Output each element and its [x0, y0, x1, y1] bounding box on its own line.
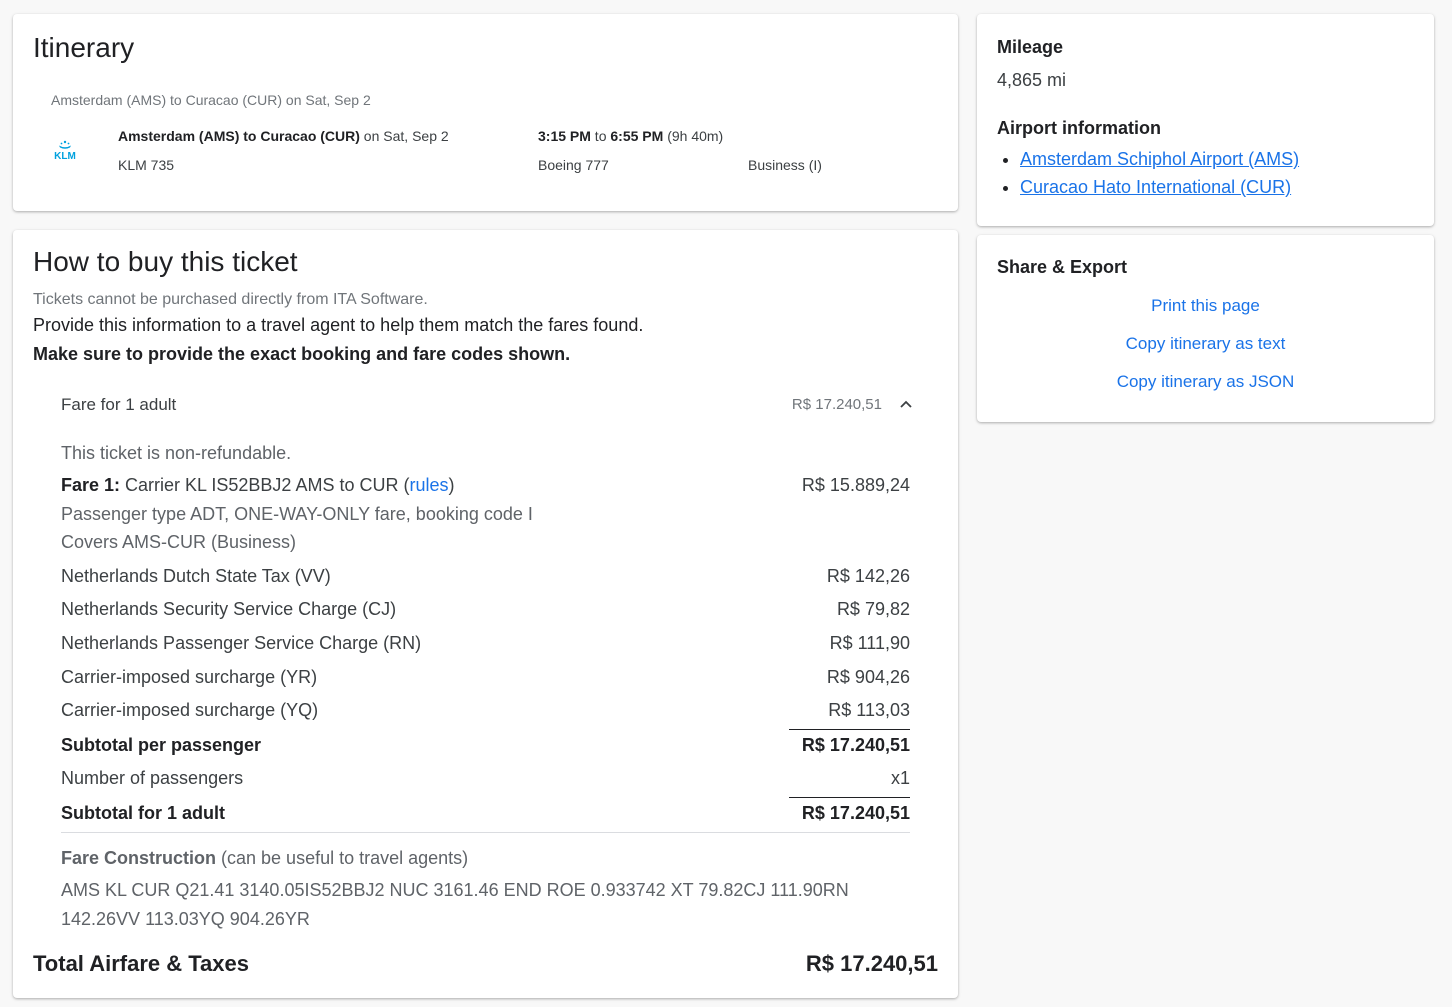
tax-amount: R$ 79,82 — [836, 599, 910, 619]
exact-codes-warning: Make sure to provide the exact booking a… — [33, 344, 571, 364]
passenger-count-value: x1 — [890, 768, 910, 788]
segment-times: 3:15 PM to 6:55 PM (9h 40m) — [538, 128, 723, 144]
klm-logo-text: KLM — [54, 151, 76, 162]
airport-info-title: Airport information — [997, 118, 1161, 138]
segment-route-date: on Sat, Sep 2 — [359, 128, 449, 144]
tax-amount: R$ 113,03 — [828, 700, 910, 720]
airport-link-ams[interactable]: Amsterdam Schiphol Airport (AMS) — [1020, 149, 1299, 169]
non-refundable-notice: This ticket is non-refundable. — [61, 443, 292, 463]
purchase-notice: Tickets cannot be purchased directly fro… — [33, 291, 428, 308]
subtotal-divider — [789, 797, 910, 798]
subtotal-adult-label: Subtotal for 1 adult — [61, 803, 225, 823]
airport-list-item: Curacao Hato International (CUR) — [1020, 177, 1299, 198]
tax-label: Netherlands Security Service Charge (CJ) — [61, 599, 397, 619]
print-page-button[interactable]: Print this page — [977, 296, 1434, 316]
airport-link-cur[interactable]: Curacao Hato International (CUR) — [1020, 177, 1291, 197]
tax-row: Carrier-imposed surcharge (YR) R$ 904,26 — [61, 667, 910, 688]
segment-route-cities: Amsterdam (AMS) to Curacao (CUR) — [118, 128, 360, 144]
passenger-count-label: Number of passengers — [61, 768, 244, 788]
fare-construction-text: AMS KL CUR Q21.41 3140.05IS52BBJ2 NUC 31… — [61, 880, 849, 929]
copy-json-button[interactable]: Copy itinerary as JSON — [977, 372, 1434, 392]
how-to-buy-card: How to buy this ticket Tickets cannot be… — [13, 230, 958, 998]
klm-logo-icon: KLM — [54, 140, 76, 162]
share-export-title: Share & Export — [997, 257, 1128, 277]
total-amount: R$ 17.240,51 — [805, 951, 938, 976]
fare-1-label: Fare 1: — [61, 475, 121, 495]
fare-1-desc: Carrier KL IS52BBJ2 AMS to CUR ( — [120, 475, 410, 495]
segment-arrive-time: 6:55 PM — [610, 128, 664, 144]
total-label: Total Airfare & Taxes — [33, 951, 249, 976]
fare-construction-note: (can be useful to travel agents) — [216, 848, 469, 868]
tax-row: Netherlands Dutch State Tax (VV) R$ 142,… — [61, 566, 910, 587]
tax-row: Carrier-imposed surcharge (YQ) R$ 113,03 — [61, 700, 910, 721]
tax-amount: R$ 111,90 — [829, 633, 910, 653]
tax-label: Carrier-imposed surcharge (YQ) — [61, 700, 319, 720]
fare-construction-label: Fare Construction — [61, 848, 217, 868]
subtotal-adult-row: Subtotal for 1 adult R$ 17.240,51 — [61, 803, 910, 824]
airport-list-item: Amsterdam Schiphol Airport (AMS) — [1020, 149, 1299, 170]
agent-instructions: Provide this information to a travel age… — [33, 315, 644, 335]
mileage-card: Mileage 4,865 mi Airport information Ams… — [977, 14, 1434, 226]
segment-flight-number: KLM 735 — [118, 157, 175, 173]
how-to-buy-title: How to buy this ticket — [33, 246, 298, 277]
fare-rules-link[interactable]: rules — [409, 475, 448, 495]
itinerary-title: Itinerary — [33, 32, 135, 63]
fare-header-amount: R$ 17.240,51 — [791, 396, 882, 413]
segment-aircraft: Boeing 777 — [538, 157, 609, 173]
tax-label: Netherlands Dutch State Tax (VV) — [61, 566, 331, 586]
subtotal-adult-amount: R$ 17.240,51 — [801, 803, 910, 823]
subtotal-divider — [789, 729, 910, 730]
tax-amount: R$ 142,26 — [826, 566, 910, 586]
tax-row: Netherlands Passenger Service Charge (RN… — [61, 633, 910, 654]
copy-text-button[interactable]: Copy itinerary as text — [977, 334, 1434, 354]
subtotal-per-passenger-amount: R$ 17.240,51 — [801, 735, 910, 755]
share-export-card: Share & Export Print this page Copy itin… — [977, 235, 1434, 422]
segment-duration: (9h 40m) — [663, 128, 724, 144]
fare-construction-heading: Fare Construction (can be useful to trav… — [61, 848, 468, 869]
fare-1-amount: R$ 15.889,24 — [801, 475, 910, 495]
fare-1-passenger-type: Passenger type ADT, ONE-WAY-ONLY fare, b… — [61, 504, 533, 524]
tax-label: Netherlands Passenger Service Charge (RN… — [61, 633, 422, 653]
segment-depart-time: 3:15 PM — [538, 128, 591, 144]
tax-label: Carrier-imposed surcharge (YR) — [61, 667, 318, 687]
route-summary: Amsterdam (AMS) to Curacao (CUR) on Sat,… — [51, 92, 371, 108]
fare-header-label[interactable]: Fare for 1 adult — [61, 395, 176, 415]
mileage-title: Mileage — [997, 37, 1064, 57]
fare-construction-divider — [61, 832, 910, 833]
segment-cabin: Business (I) — [748, 157, 822, 173]
itinerary-card: Itinerary Amsterdam (AMS) to Curacao (CU… — [13, 14, 958, 211]
segment-to-word: to — [590, 128, 611, 144]
subtotal-per-passenger-label: Subtotal per passenger — [61, 735, 262, 755]
mileage-value: 4,865 mi — [997, 70, 1067, 90]
fare-1-row: Fare 1: Carrier KL IS52BBJ2 AMS to CUR (… — [61, 475, 910, 496]
passenger-count-row: Number of passengers x1 — [61, 768, 910, 789]
tax-row: Netherlands Security Service Charge (CJ)… — [61, 599, 910, 620]
fare-1-covers: Covers AMS-CUR (Business) — [61, 532, 297, 552]
segment-route: Amsterdam (AMS) to Curacao (CUR) on Sat,… — [118, 128, 449, 144]
tax-amount: R$ 904,26 — [826, 667, 910, 687]
chevron-up-icon[interactable] — [898, 396, 914, 412]
subtotal-per-passenger-row: Subtotal per passenger R$ 17.240,51 — [61, 735, 910, 756]
fare-1-close: ) — [448, 475, 455, 495]
airport-list: Amsterdam Schiphol Airport (AMS) Curacao… — [1000, 149, 1299, 205]
